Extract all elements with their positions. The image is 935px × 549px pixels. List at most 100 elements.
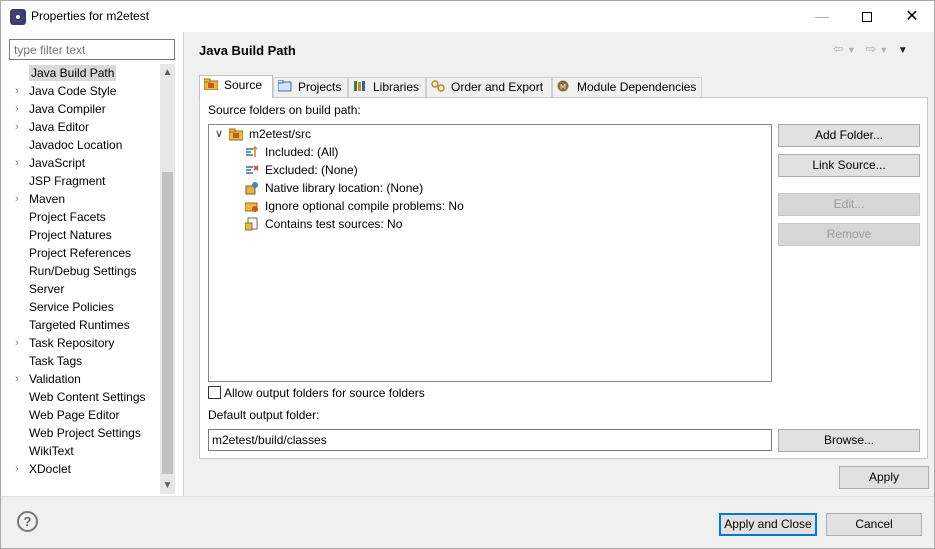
nav-item[interactable]: › Java Compiler xyxy=(9,100,160,118)
svg-text:M: M xyxy=(560,83,566,91)
source-folders-label: Source folders on build path: xyxy=(208,103,361,117)
inclusion-filter-icon xyxy=(245,145,259,159)
expand-chevron-icon[interactable]: › xyxy=(15,460,19,478)
nav-item[interactable]: Web Project Settings xyxy=(9,424,160,442)
back-dropdown-icon[interactable]: ▼ xyxy=(847,45,859,55)
link-source-button[interactable]: Link Source... xyxy=(778,154,920,177)
excluded-node[interactable]: Excluded: (None) xyxy=(245,161,358,179)
nav-item-label: Task Repository xyxy=(29,336,115,350)
tab-source[interactable]: Source xyxy=(199,75,273,98)
tab-module-dependencies[interactable]: M Module Dependencies xyxy=(552,77,702,97)
expand-chevron-icon[interactable]: › xyxy=(15,190,19,208)
nav-item[interactable]: › XDoclet xyxy=(9,460,160,478)
close-button[interactable]: ✕ xyxy=(889,1,935,32)
nav-item-label: XDoclet xyxy=(29,462,72,476)
nav-item-label: Project Natures xyxy=(29,228,112,242)
source-root-node[interactable]: ∨ m2etest/src xyxy=(209,125,311,143)
nav-item-label: Java Build Path xyxy=(29,65,117,81)
nav-item[interactable]: Run/Debug Settings xyxy=(9,262,160,280)
nav-item-label: WikiText xyxy=(29,444,74,458)
nav-item-label: JavaScript xyxy=(29,156,86,170)
apply-and-close-button[interactable]: Apply and Close xyxy=(719,513,817,536)
collapse-chevron-icon[interactable]: ∨ xyxy=(215,125,223,143)
expand-chevron-icon[interactable]: › xyxy=(15,370,19,388)
help-icon[interactable]: ? xyxy=(17,511,38,532)
source-folders-tree[interactable]: ∨ m2etest/src Included: (All) Excluded: … xyxy=(208,124,772,382)
back-icon[interactable]: ⇦ xyxy=(833,41,847,56)
native-library-node[interactable]: Native library location: (None) xyxy=(245,179,423,197)
expand-chevron-icon[interactable]: › xyxy=(15,100,19,118)
right-panel: Java Build Path ⇦▼ ⇨▼ ▼ Source Projects … xyxy=(185,32,934,496)
expand-chevron-icon[interactable]: › xyxy=(15,334,19,352)
nav-item[interactable]: Project Natures xyxy=(9,226,160,244)
checkbox-box[interactable] xyxy=(208,386,221,399)
scroll-up-icon[interactable]: ▲ xyxy=(160,64,175,81)
default-output-input[interactable]: m2etest/build/classes xyxy=(208,429,772,451)
eclipse-app-icon xyxy=(10,9,26,25)
add-folder-button[interactable]: Add Folder... xyxy=(778,124,920,147)
edit-button[interactable]: Edit... xyxy=(778,193,920,216)
expand-chevron-icon[interactable]: › xyxy=(15,118,19,136)
nav-item-label: Javadoc Location xyxy=(29,138,123,152)
nav-item[interactable]: › Maven xyxy=(9,190,160,208)
projects-icon xyxy=(277,79,292,92)
maximize-button[interactable] xyxy=(844,1,890,32)
nav-item[interactable]: Javadoc Location xyxy=(9,136,160,154)
nav-item[interactable]: Project References xyxy=(9,244,160,262)
nav-item[interactable]: Java Build Path xyxy=(9,64,160,82)
nav-item[interactable]: JSP Fragment xyxy=(9,172,160,190)
forward-dropdown-icon[interactable]: ▼ xyxy=(879,45,891,55)
source-folder-icon xyxy=(203,77,219,91)
nav-item[interactable]: Service Policies xyxy=(9,298,160,316)
browse-button[interactable]: Browse... xyxy=(778,429,920,452)
minimize-button[interactable]: — xyxy=(799,1,845,32)
default-output-label: Default output folder: xyxy=(208,408,320,422)
nav-item[interactable]: › Java Code Style xyxy=(9,82,160,100)
nav-item[interactable]: › JavaScript xyxy=(9,154,160,172)
exclusion-filter-icon xyxy=(245,163,259,177)
nav-item-label: Project Facets xyxy=(29,210,106,224)
view-menu-icon[interactable]: ▼ xyxy=(898,45,911,56)
dialog-footer: ? Apply and Close Cancel xyxy=(1,496,934,548)
nav-item-label: Run/Debug Settings xyxy=(29,264,137,278)
nav-item[interactable]: Web Content Settings xyxy=(9,388,160,406)
page-title: Java Build Path xyxy=(199,43,296,58)
remove-button[interactable]: Remove xyxy=(778,223,920,246)
category-tree: Java Build Path › Java Code Style › Java Com… xyxy=(9,64,160,478)
apply-button[interactable]: Apply xyxy=(839,466,929,489)
nav-item[interactable]: › Java Editor xyxy=(9,118,160,136)
tab-projects[interactable]: Projects xyxy=(273,77,348,97)
allow-output-folders-checkbox[interactable]: Allow output folders for source folders xyxy=(208,386,425,400)
nav-item[interactable]: WikiText xyxy=(9,442,160,460)
cancel-button[interactable]: Cancel xyxy=(826,513,922,536)
nav-item-label: Maven xyxy=(29,192,66,206)
ignore-optional-node[interactable]: Ignore optional compile problems: No xyxy=(244,197,464,215)
nav-item[interactable]: › Task Repository xyxy=(9,334,160,352)
scroll-down-icon[interactable]: ▼ xyxy=(160,477,175,494)
properties-dialog: Properties for m2etest — ✕ Java Build Pa… xyxy=(0,0,935,549)
nav-item[interactable]: Targeted Runtimes xyxy=(9,316,160,334)
nav-item[interactable]: Task Tags xyxy=(9,352,160,370)
source-folder-icon xyxy=(228,127,244,141)
nav-item[interactable]: › Validation xyxy=(9,370,160,388)
forward-icon[interactable]: ⇨ xyxy=(865,41,879,56)
title-bar: Properties for m2etest — ✕ xyxy=(1,1,934,32)
included-node[interactable]: Included: (All) xyxy=(245,143,338,161)
expand-chevron-icon[interactable]: › xyxy=(15,154,19,172)
nav-item[interactable]: Server xyxy=(9,280,160,298)
filter-input[interactable] xyxy=(9,39,175,60)
nav-item[interactable]: Project Facets xyxy=(9,208,160,226)
nav-item-label: JSP Fragment xyxy=(29,174,106,188)
expand-chevron-icon[interactable]: › xyxy=(15,82,19,100)
nav-item[interactable]: Web Page Editor xyxy=(9,406,160,424)
nav-item-label: Java Code Style xyxy=(29,84,117,98)
libraries-icon xyxy=(353,79,367,91)
native-library-icon xyxy=(245,181,259,195)
scroll-thumb[interactable] xyxy=(162,172,173,474)
category-scrollbar[interactable]: ▲ ▼ xyxy=(160,64,175,494)
contains-test-node[interactable]: Contains test sources: No xyxy=(244,215,402,233)
tab-order-and-export[interactable]: Order and Export xyxy=(426,77,552,97)
nav-item-label: Web Project Settings xyxy=(29,426,141,440)
tab-libraries[interactable]: Libraries xyxy=(348,77,426,97)
test-sources-icon xyxy=(244,217,259,231)
